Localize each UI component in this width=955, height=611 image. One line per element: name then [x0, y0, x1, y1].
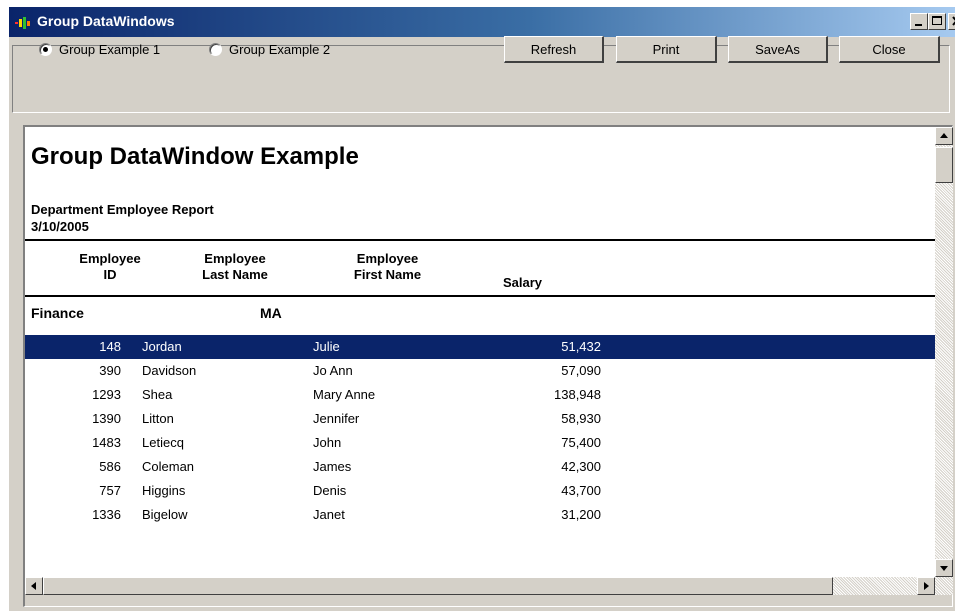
cell-employee-id: 1390 [92, 411, 121, 426]
column-header-line: Employee [356, 251, 419, 266]
table-row[interactable]: 1483 Letiecq John 75,400 [25, 431, 935, 455]
arrow-left-icon [31, 582, 36, 590]
cell-salary: 43,700 [561, 483, 601, 498]
cell-employee-id: 1336 [92, 507, 121, 522]
cell-employee-id: 757 [99, 483, 121, 498]
vertical-scrollbar[interactable] [935, 127, 953, 577]
print-button[interactable]: Print [616, 36, 717, 63]
radio-circle [209, 43, 222, 56]
report-title: Group DataWindow Example [31, 143, 359, 170]
column-header-last-name: Employee Last Name [175, 251, 295, 283]
radio-label: Group Example 1 [59, 42, 161, 57]
group-header-department: Finance [31, 305, 84, 321]
app-window: Group DataWindows Group Example 1 Group … [8, 6, 955, 611]
cell-employee-id: 390 [99, 363, 121, 378]
cell-first-name: Julie [313, 339, 340, 354]
table-row[interactable]: 1390 Litton Jennifer 58,930 [25, 407, 935, 431]
app-icon [15, 16, 31, 29]
report-date: 3/10/2005 [31, 219, 89, 234]
arrow-right-icon [924, 582, 929, 590]
cell-first-name: Mary Anne [313, 387, 376, 402]
table-row[interactable]: 757 Higgins Denis 43,700 [25, 479, 935, 503]
header-divider-top [25, 239, 935, 241]
arrow-down-icon [940, 566, 948, 571]
cell-first-name: Jo Ann [313, 363, 353, 378]
cell-salary: 31,200 [561, 507, 601, 522]
scroll-up-button[interactable] [935, 127, 953, 145]
cell-salary: 75,400 [561, 435, 601, 450]
saveas-button[interactable]: SaveAs [728, 36, 828, 63]
radio-selected-dot [43, 47, 48, 52]
title-bar[interactable]: Group DataWindows [9, 7, 955, 37]
close-button[interactable]: Close [839, 36, 940, 63]
radio-circle [39, 43, 52, 56]
cell-employee-id: 148 [99, 339, 121, 354]
cell-salary: 57,090 [561, 363, 601, 378]
cell-first-name: Jennifer [313, 411, 360, 426]
table-row[interactable]: 1293 Shea Mary Anne 138,948 [25, 383, 935, 407]
close-x-icon [952, 16, 955, 26]
report-subtitle: Department Employee Report [31, 202, 214, 217]
cell-last-name: Higgins [142, 483, 186, 498]
column-header-first-name: Employee First Name [325, 251, 450, 283]
cell-salary: 42,300 [561, 459, 601, 474]
cell-last-name: Letiecq [142, 435, 184, 450]
window-title: Group DataWindows [37, 13, 175, 29]
cell-last-name: Litton [142, 411, 174, 426]
minimize-button[interactable] [910, 13, 928, 30]
cell-first-name: Janet [313, 507, 345, 522]
close-window-button[interactable] [948, 13, 955, 30]
cell-last-name: Bigelow [142, 507, 188, 522]
cell-employee-id: 1293 [92, 387, 121, 402]
column-header-salary: Salary [503, 275, 543, 290]
maximize-icon [932, 16, 942, 25]
horizontal-scrollbar[interactable] [25, 577, 953, 595]
column-header-line: Employee [204, 251, 266, 266]
cell-salary: 58,930 [561, 411, 601, 426]
cell-last-name: Jordan [142, 339, 182, 354]
header-divider-bottom [25, 295, 935, 297]
table-row[interactable]: 1336 Bigelow Janet 31,200 [25, 503, 935, 527]
table-row[interactable]: 586 Coleman James 42,300 [25, 455, 935, 479]
cell-employee-id: 1483 [92, 435, 121, 450]
group-header-state: MA [260, 305, 282, 321]
cell-last-name: Davidson [142, 363, 197, 378]
arrow-up-icon [940, 133, 948, 138]
table-row[interactable]: 148 Jordan Julie 51,432 [25, 335, 935, 359]
cell-first-name: John [313, 435, 342, 450]
cell-employee-id: 586 [99, 459, 121, 474]
minimize-icon [915, 24, 922, 26]
cell-last-name: Coleman [142, 459, 195, 474]
column-header-line: Last Name [202, 267, 268, 282]
cell-first-name: James [313, 459, 352, 474]
table-row[interactable]: 390 Davidson Jo Ann 57,090 [25, 359, 935, 383]
report-header: Department Employee Report 3/10/2005 [31, 201, 214, 235]
vertical-scroll-thumb[interactable] [935, 147, 953, 183]
radio-label: Group Example 2 [229, 42, 331, 57]
cell-last-name: Shea [142, 387, 173, 402]
scroll-left-button[interactable] [25, 577, 43, 595]
maximize-button[interactable] [928, 13, 946, 30]
scroll-down-button[interactable] [935, 559, 953, 577]
datawindow-report[interactable]: Group DataWindow Example Department Empl… [25, 127, 935, 577]
scroll-right-button[interactable] [917, 577, 935, 595]
horizontal-scroll-thumb[interactable] [43, 577, 833, 595]
cell-salary: 138,948 [554, 387, 601, 402]
column-header-line: First Name [353, 267, 422, 282]
refresh-button[interactable]: Refresh [504, 36, 604, 63]
cell-salary: 51,432 [561, 339, 601, 354]
column-header-line: Employee [79, 251, 141, 266]
column-header-line: ID [103, 267, 117, 282]
column-header-employee-id: Employee ID [65, 251, 155, 283]
cell-first-name: Denis [313, 483, 347, 498]
